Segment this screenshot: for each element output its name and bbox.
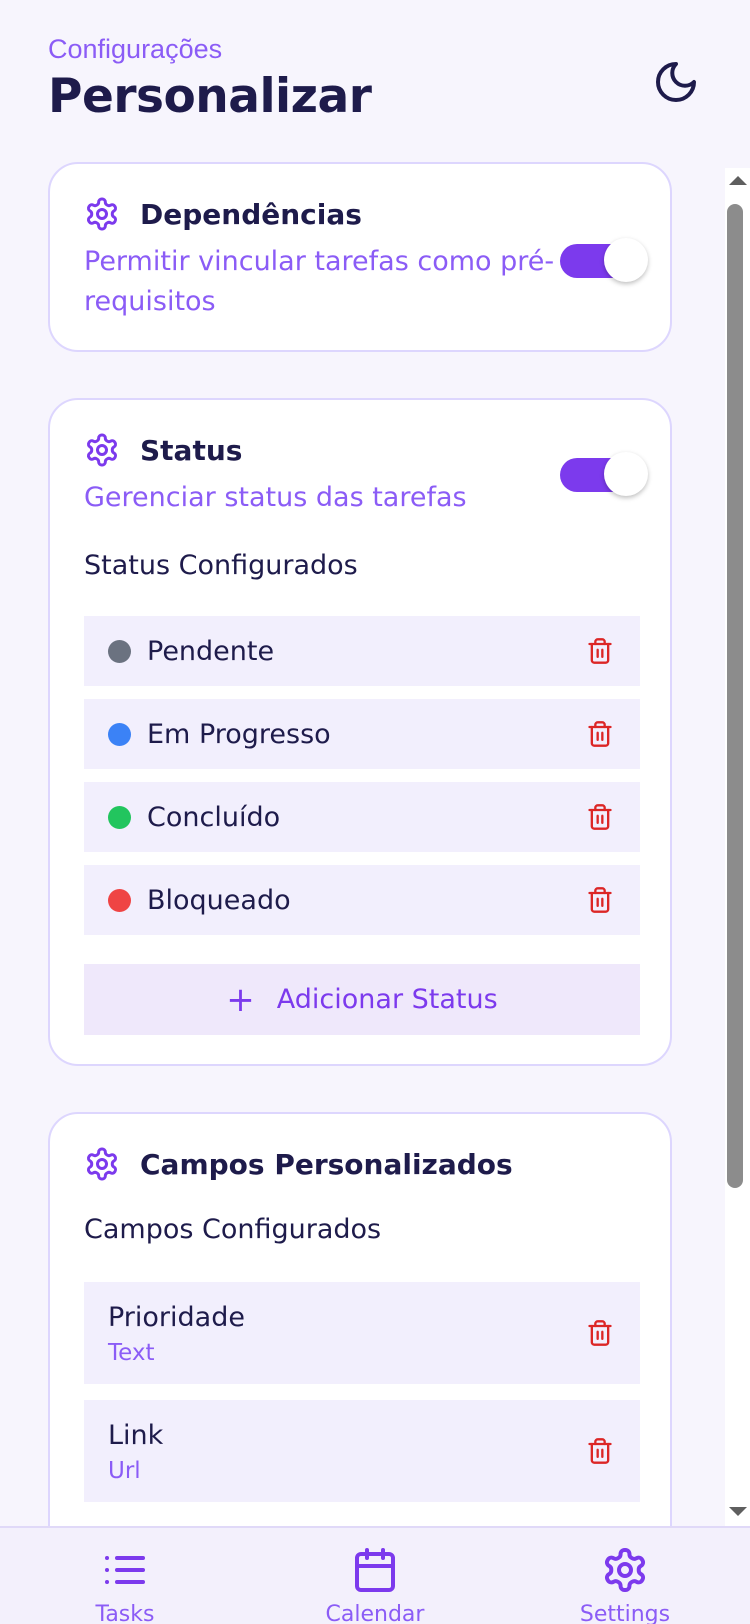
scroll-down-arrow[interactable] [729,1507,747,1516]
custom-fields-title: Campos Personalizados [140,1147,513,1181]
gear-icon [87,433,117,467]
trash-icon[interactable] [586,884,614,916]
dependencies-description-line-2: requisitos [84,286,216,317]
status-label: Em Progresso [147,718,331,750]
plus-icon: + [226,979,255,1020]
dependencies-title-row: Dependências [84,196,362,232]
nav-label-calendar: Calendar [325,1602,425,1624]
nav-label-tasks: Tasks [95,1602,155,1624]
status-color-dot [108,805,131,829]
calendar-icon [355,1548,395,1592]
page-title: Personalizar [48,69,372,124]
trash-icon[interactable] [586,1435,614,1467]
dependencies-toggle[interactable] [560,238,648,282]
status-label: Bloqueado [147,884,291,916]
status-label: Pendente [147,635,275,667]
toggle-knob [604,452,648,496]
scroll-thumb[interactable] [727,204,743,1188]
trash-icon[interactable] [586,635,614,667]
custom-fields-section-label: Campos Configurados [84,1214,382,1245]
field-type: Text [108,1340,155,1366]
custom-field-row: Link Url [84,1400,640,1502]
settings-scroll-area[interactable]: Dependências Permitir vincular tarefas c… [0,160,725,1526]
nav-item-calendar[interactable]: Calendar [295,1546,455,1624]
trash-icon[interactable] [586,801,614,833]
status-title-row: Status [84,432,242,468]
add-status-button[interactable]: + Adicionar Status [84,964,640,1035]
status-row: Bloqueado [84,865,640,935]
bottom-nav: Tasks Calendar Settings [0,1526,750,1624]
trash-icon[interactable] [586,718,614,750]
gear-icon [87,1147,117,1181]
dependencies-description-line-1: Permitir vincular tarefas como pré- [84,246,555,277]
moon-icon [656,62,696,102]
status-label: Concluído [147,801,281,833]
field-name: Prioridade [108,1302,245,1333]
status-card: Status Gerenciar status das tarefas Stat… [48,398,672,1066]
status-row: Pendente [84,616,640,686]
list-icon [105,1556,145,1584]
custom-field-row: Prioridade Text [84,1282,640,1384]
dependencies-title: Dependências [140,197,362,231]
gear-icon [87,197,117,231]
dependencies-description: Permitir vincular tarefas como pré- requ… [84,242,554,322]
status-section-label: Status Configurados [84,550,358,581]
nav-item-settings[interactable]: Settings [545,1546,705,1624]
page-header: Configurações Personalizar [48,34,372,124]
theme-toggle-button[interactable] [652,58,700,106]
breadcrumb[interactable]: Configurações [48,34,371,65]
status-color-dot [108,888,131,912]
gear-icon [605,1548,645,1592]
status-row: Concluído [84,782,640,852]
nav-item-tasks[interactable]: Tasks [45,1546,205,1624]
field-name: Link [108,1420,164,1451]
status-row: Em Progresso [84,699,640,769]
status-toggle[interactable] [560,452,648,496]
status-title: Status [140,433,243,467]
trash-icon[interactable] [586,1317,614,1349]
dependencies-card: Dependências Permitir vincular tarefas c… [48,162,672,352]
status-color-dot [108,722,131,746]
custom-fields-title-row: Campos Personalizados [84,1146,513,1182]
toggle-knob [604,238,648,282]
custom-fields-card: Campos Personalizados Campos Configurado… [48,1112,672,1526]
nav-label-settings: Settings [579,1602,671,1624]
scrollbar[interactable] [725,168,750,1528]
scroll-up-arrow[interactable] [729,176,747,185]
status-description: Gerenciar status das tarefas [84,482,467,513]
status-color-dot [108,639,131,663]
add-status-label: Adicionar Status [276,984,498,1015]
field-type: Url [108,1458,141,1484]
